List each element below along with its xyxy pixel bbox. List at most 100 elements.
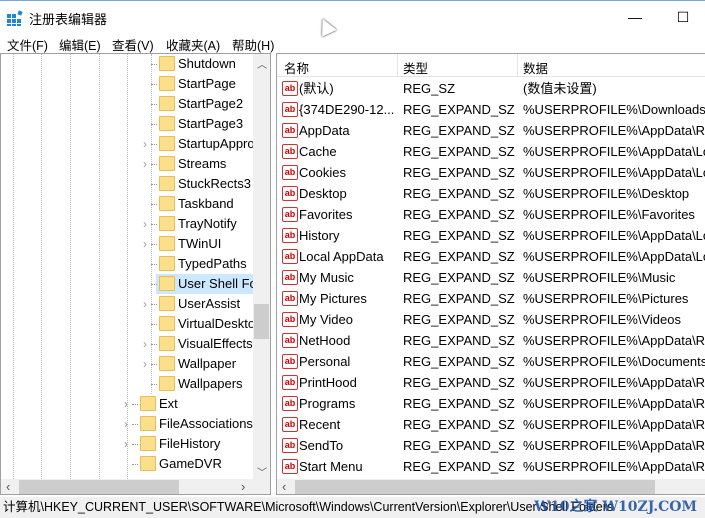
expand-arrow-icon[interactable]: › (143, 354, 147, 374)
expand-arrow-icon[interactable]: › (143, 294, 147, 314)
scroll-left-icon[interactable]: ‹ (6, 479, 10, 494)
string-value-icon: ab (282, 438, 298, 453)
tree-hscroll-thumb[interactable] (19, 480, 179, 494)
table-row[interactable]: ab Programs REG_EXPAND_SZ %USERPROFILE%\App… (277, 393, 705, 414)
tree-item[interactable]: › UserAssist (1, 294, 253, 314)
tree-item[interactable]: › FileAssociations (1, 414, 253, 434)
column-name[interactable]: 名称 (284, 58, 309, 77)
menu-view[interactable]: 查看(V) (112, 35, 154, 54)
tree-item[interactable]: Taskband (1, 194, 253, 214)
tree-connector (151, 384, 157, 385)
tree-scroll-thumb[interactable] (254, 304, 269, 339)
string-value-icon: ab (282, 186, 298, 201)
tree-item[interactable]: StartPage3 (1, 114, 253, 134)
value-name: Recent (299, 417, 341, 432)
table-row[interactable]: ab Start Menu REG_EXPAND_SZ %USERPROFILE%\A… (277, 456, 705, 477)
string-value-icon: ab (282, 354, 298, 369)
expand-arrow-icon[interactable]: › (143, 214, 147, 234)
menu-edit[interactable]: 编辑(E) (59, 35, 101, 54)
tree-item[interactable]: TypedPaths (1, 254, 253, 274)
value-name: (默认) (299, 81, 334, 96)
tree-item[interactable]: › Streams (1, 154, 253, 174)
folder-icon (159, 116, 175, 131)
registry-tree: ︿ ﹀ ‹ › Shutdown StartPage StartPage2 Start… (0, 53, 271, 495)
folder-icon (159, 276, 175, 291)
tree-item[interactable]: › StartupApprove (1, 134, 253, 154)
table-row[interactable]: ab My Video REG_EXPAND_SZ %USERPROFILE%\Vid… (277, 309, 705, 330)
tree-item-label: TWinUI (178, 236, 222, 251)
column-divider[interactable] (517, 54, 518, 77)
folder-icon (159, 356, 175, 371)
menu-favorites[interactable]: 收藏夹(A) (166, 35, 220, 54)
table-row[interactable]: ab My Music REG_EXPAND_SZ %USERPROFILE%\Mus… (277, 267, 705, 288)
tree-item-label: FileAssociations (159, 416, 253, 431)
expand-arrow-icon[interactable]: › (124, 414, 128, 434)
table-row[interactable]: ab PrintHood REG_EXPAND_SZ %USERPROFILE%\Ap… (277, 372, 705, 393)
tree-item[interactable]: › Wallpaper (1, 354, 253, 374)
table-row[interactable]: ab NetHood REG_EXPAND_SZ %USERPROFILE%\AppD… (277, 330, 705, 351)
list-horizontal-scrollbar[interactable]: ‹ (277, 479, 705, 494)
tree-item[interactable]: › Ext (1, 394, 253, 414)
tree-item[interactable]: › VisualEffects (1, 334, 253, 354)
string-value-icon: ab (282, 291, 298, 306)
expand-arrow-icon[interactable]: › (143, 234, 147, 254)
table-row[interactable]: ab History REG_EXPAND_SZ %USERPROFILE%\AppD… (277, 225, 705, 246)
tree-connector (151, 184, 157, 185)
value-type: REG_EXPAND_SZ (403, 354, 515, 369)
tree-vertical-scrollbar[interactable]: ︿ ﹀ (253, 54, 270, 479)
table-row[interactable]: ab Personal REG_EXPAND_SZ %USERPROFILE%\Doc… (277, 351, 705, 372)
window-title: 注册表编辑器 (29, 12, 108, 27)
table-row[interactable]: ab {374DE290-12... REG_EXPAND_SZ %USERPROFI… (277, 99, 705, 120)
scroll-down-icon[interactable]: ﹀ (257, 464, 267, 479)
table-row[interactable]: ab Recent REG_EXPAND_SZ %USERPROFILE%\AppDa… (277, 414, 705, 435)
list-header: 名称 类型 数据 (277, 54, 705, 77)
table-row[interactable]: ab Local AppData REG_EXPAND_SZ %USERPROFILE… (277, 246, 705, 267)
minimize-button[interactable]: — (620, 5, 650, 29)
expand-arrow-icon[interactable]: › (143, 334, 147, 354)
maximize-button[interactable]: ☐ (668, 5, 698, 29)
value-type: REG_EXPAND_SZ (403, 186, 515, 201)
tree-item-label: TypedPaths (178, 256, 247, 271)
string-value-icon: ab (282, 123, 298, 138)
scroll-right-icon[interactable]: › (241, 479, 245, 494)
table-row[interactable]: ab Desktop REG_EXPAND_SZ %USERPROFILE%\Desk… (277, 183, 705, 204)
tree-item-label: StartPage (178, 76, 236, 91)
table-row[interactable]: ab Cookies REG_EXPAND_SZ %USERPROFILE%\AppD… (277, 162, 705, 183)
expand-arrow-icon[interactable]: › (124, 434, 128, 454)
expand-arrow-icon[interactable]: › (124, 394, 128, 414)
tree-item[interactable]: › FileHistory (1, 434, 253, 454)
tree-item[interactable]: Wallpapers (1, 374, 253, 394)
scroll-left-icon[interactable]: ‹ (282, 479, 286, 494)
tree-item[interactable]: StuckRects3 (1, 174, 253, 194)
tree-item[interactable]: GameDVR (1, 454, 253, 474)
expand-arrow-icon[interactable]: › (143, 154, 147, 174)
column-divider[interactable] (397, 54, 398, 77)
value-type: REG_EXPAND_SZ (403, 144, 515, 159)
tree-item[interactable]: Shutdown (1, 54, 253, 74)
value-data: %USERPROFILE%\AppData\Roa (523, 123, 705, 138)
list-hscroll-thumb[interactable] (295, 480, 655, 494)
tree-item[interactable]: StartPage2 (1, 94, 253, 114)
expand-arrow-icon[interactable]: › (143, 134, 147, 154)
value-type: REG_EXPAND_SZ (403, 291, 515, 306)
tree-item[interactable]: › TrayNotify (1, 214, 253, 234)
value-name: Cache (299, 144, 337, 159)
table-row[interactable]: ab SendTo REG_EXPAND_SZ %USERPROFILE%\AppDa… (277, 435, 705, 456)
tree-item[interactable]: User Shell Folders (1, 274, 253, 294)
tree-item[interactable]: VirtualDesktops (1, 314, 253, 334)
menu-file[interactable]: 文件(F) (7, 35, 48, 54)
folder-icon (159, 156, 175, 171)
status-path: 计算机\HKEY_CURRENT_USER\SOFTWARE\Microsoft… (3, 500, 614, 514)
table-row[interactable]: ab My Pictures REG_EXPAND_SZ %USERPROFILE%\… (277, 288, 705, 309)
tree-horizontal-scrollbar[interactable]: ‹ › (1, 479, 270, 494)
table-row[interactable]: ab Favorites REG_EXPAND_SZ %USERPROFILE%\Fa… (277, 204, 705, 225)
column-data[interactable]: 数据 (523, 58, 548, 77)
column-type[interactable]: 类型 (403, 58, 428, 77)
table-row[interactable]: ab Cache REG_EXPAND_SZ %USERPROFILE%\AppDat… (277, 141, 705, 162)
scroll-up-icon[interactable]: ︿ (257, 56, 267, 71)
table-row[interactable]: ab (默认) REG_SZ (数值未设置) (277, 78, 705, 99)
table-row[interactable]: ab AppData REG_EXPAND_SZ %USERPROFILE%\AppD… (277, 120, 705, 141)
tree-item[interactable]: StartPage (1, 74, 253, 94)
menu-help[interactable]: 帮助(H) (232, 35, 274, 54)
tree-item[interactable]: › TWinUI (1, 234, 253, 254)
